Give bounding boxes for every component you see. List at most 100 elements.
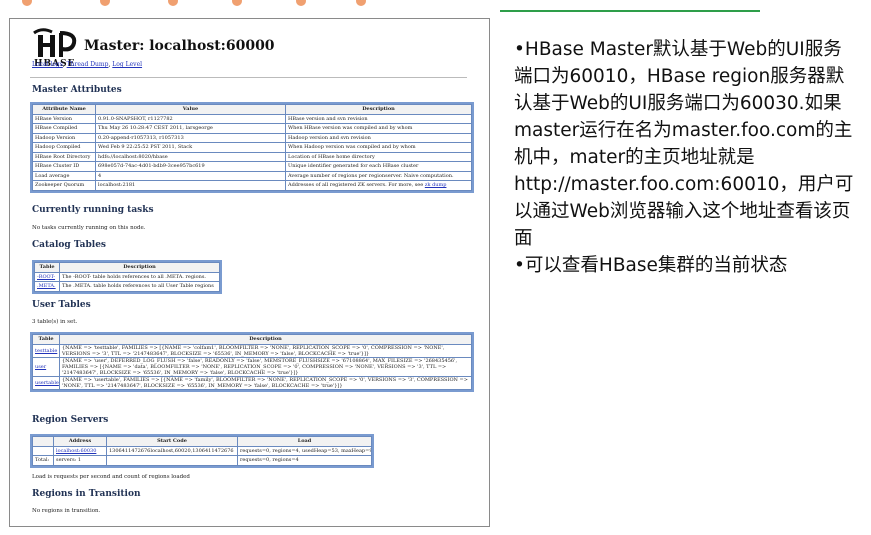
running-tasks-heading: Currently running tasks	[32, 205, 154, 215]
column-header	[32, 436, 54, 447]
table-row: testtable {NAME => 'testtable', FAMILIES…	[32, 343, 472, 358]
page-title: Master: localhost:60000	[84, 38, 275, 54]
attribute-description: Hadoop version and svn revision	[285, 132, 472, 143]
server-start-code: 1306411472676localhost,60020,13064114726…	[106, 445, 238, 456]
column-header: Address	[53, 436, 107, 447]
user-tables-heading: User Tables	[32, 300, 91, 310]
total-start-code	[106, 455, 238, 466]
table-header-row: Table Description	[32, 334, 472, 345]
meta-table-link[interactable]: .META.	[37, 283, 56, 289]
table-row: usertable {NAME => 'usertable', FAMILIES…	[32, 375, 472, 390]
running-tasks-text: No tasks currently running on this node.	[32, 225, 146, 231]
usertable-link[interactable]: usertable	[35, 380, 59, 386]
table-link-cell[interactable]: user	[32, 356, 60, 377]
attribute-name: HBase Compiled	[32, 123, 96, 134]
local-logs-link[interactable]: Local logs	[32, 61, 63, 68]
column-header: Table	[32, 334, 60, 345]
total-load: requests=0, regions=4	[237, 455, 372, 466]
region-servers-table: Address Start Code Load localhost:60030 …	[30, 434, 374, 468]
zk-description: Addresses of all registered ZK servers. …	[288, 182, 424, 189]
attribute-description: Average number of regions per regionserv…	[285, 170, 472, 181]
total-label: Total:	[32, 455, 54, 466]
hbase-master-screenshot: HBASE Master: localhost:60000 Local logs…	[9, 18, 490, 527]
column-header: Attribute Name	[32, 104, 96, 115]
region-servers-footnote: Load is requests per second and count of…	[32, 474, 190, 480]
table-link-cell[interactable]: .META.	[34, 281, 60, 292]
attribute-value: localhost:2181	[95, 180, 286, 191]
table-row: Zookeeper Quorum localhost:2181 Addresse…	[32, 180, 472, 191]
attribute-name: HBase Cluster ID	[32, 161, 96, 172]
column-header: Description	[59, 334, 472, 345]
table-link-cell[interactable]: -ROOT-	[34, 271, 60, 282]
table-row: HBase Root Directory hdfs://localhost:80…	[32, 151, 472, 162]
zk-dump-link[interactable]: zk dump	[425, 182, 447, 188]
attribute-value: 0.20-append-r1057313, r1057313	[95, 132, 286, 143]
attribute-description: Location of HBase home directory	[285, 151, 472, 162]
attribute-description: Addresses of all registered ZK servers. …	[285, 180, 472, 191]
table-row: Hadoop Version 0.20-append-r1057313, r10…	[32, 132, 472, 143]
table-link-cell[interactable]: testtable	[32, 343, 60, 358]
attribute-value: 4	[95, 170, 286, 181]
attribute-description: When HBase version was compiled and by w…	[285, 123, 472, 134]
master-attributes-heading: Master Attributes	[32, 85, 122, 95]
master-attributes-table: Attribute Name Value Description HBase V…	[30, 102, 474, 193]
thread-dump-link[interactable]: Thread Dump	[67, 61, 109, 68]
regions-in-transition-text: No regions in transition.	[32, 508, 101, 514]
catalog-tables-table: Table Description -ROOT- The -ROOT- tabl…	[32, 260, 222, 294]
user-tables-table: Table Description testtable {NAME => 'te…	[30, 332, 474, 392]
table-link-cell[interactable]: usertable	[32, 375, 60, 390]
accent-line	[500, 10, 760, 12]
attribute-value: 698e057d-74ac-4d01-bdb9-3cee957bc619	[95, 161, 286, 172]
table-header-row: Attribute Name Value Description	[32, 104, 472, 115]
server-address-link[interactable]: localhost:60030	[56, 448, 96, 454]
testtable-link[interactable]: testtable	[35, 348, 57, 354]
table-row: -ROOT- The -ROOT- table holds references…	[34, 271, 220, 282]
user-tables-count: 3 table(s) in set.	[32, 319, 78, 325]
table-description: The -ROOT- table holds references to all…	[59, 271, 220, 282]
table-row: HBase Version 0.91.0-SNAPSHOT, r1127782 …	[32, 113, 472, 124]
decor-dot	[22, 0, 32, 6]
divider	[30, 77, 467, 78]
table-description: {NAME => 'usertable', FAMILIES => [{NAME…	[59, 375, 472, 390]
table-header-row: Address Start Code Load	[32, 436, 372, 447]
attribute-value: hdfs://localhost:8020/hbase	[95, 151, 286, 162]
decor-dot	[168, 0, 178, 6]
column-header: Table	[34, 262, 60, 273]
attribute-name: HBase Version	[32, 113, 96, 124]
note-paragraph: •可以查看HBase集群的当前状态	[514, 255, 788, 276]
column-header: Start Code	[106, 436, 238, 447]
decor-dot	[100, 0, 110, 6]
decor-dot	[356, 0, 366, 6]
top-links: Local logs, Thread Dump, Log Level	[32, 61, 143, 68]
table-header-row: Table Description	[34, 262, 220, 273]
regions-in-transition-heading: Regions in Transition	[32, 489, 141, 499]
top-decoration	[0, 0, 500, 8]
user-table-link[interactable]: user	[35, 364, 46, 370]
server-address-cell[interactable]: localhost:60030	[53, 445, 107, 456]
column-header: Load	[237, 436, 372, 447]
table-row: user {NAME => 'user', DEFERRED_LOG_FLUSH…	[32, 356, 472, 377]
slide-notes: •HBase Master默认基于Web的UI服务端口为60010，HBase …	[514, 36, 859, 279]
row-label	[32, 445, 54, 456]
attribute-name: Hadoop Compiled	[32, 142, 96, 153]
attribute-description: When Hadoop version was compiled and by …	[285, 142, 472, 153]
total-servers: servers: 1	[53, 455, 107, 466]
root-table-link[interactable]: -ROOT-	[37, 274, 55, 280]
column-header: Description	[59, 262, 220, 273]
table-description: The .META. table holds references to all…	[59, 281, 220, 292]
attribute-name: Load average	[32, 170, 96, 181]
decor-dot	[296, 0, 306, 6]
table-row: HBase Compiled Thu May 26 10:28:47 CEST …	[32, 123, 472, 134]
attribute-name: Hadoop Version	[32, 132, 96, 143]
attribute-name: HBase Root Directory	[32, 151, 96, 162]
attribute-description: Unique identifier generated for each HBa…	[285, 161, 472, 172]
note-paragraph: •HBase Master默认基于Web的UI服务端口为60010，HBase …	[514, 39, 854, 249]
table-row: HBase Cluster ID 698e057d-74ac-4d01-bdb9…	[32, 161, 472, 172]
table-row: Load average 4 Average number of regions…	[32, 170, 472, 181]
column-header: Value	[95, 104, 286, 115]
attribute-value: Wed Feb 9 22:25:52 PST 2011, Stack	[95, 142, 286, 153]
log-level-link[interactable]: Log Level	[112, 61, 142, 68]
decor-dot	[232, 0, 242, 6]
table-description: {NAME => 'user', DEFERRED_LOG_FLUSH => '…	[59, 356, 472, 377]
table-row: .META. The .META. table holds references…	[34, 281, 220, 292]
